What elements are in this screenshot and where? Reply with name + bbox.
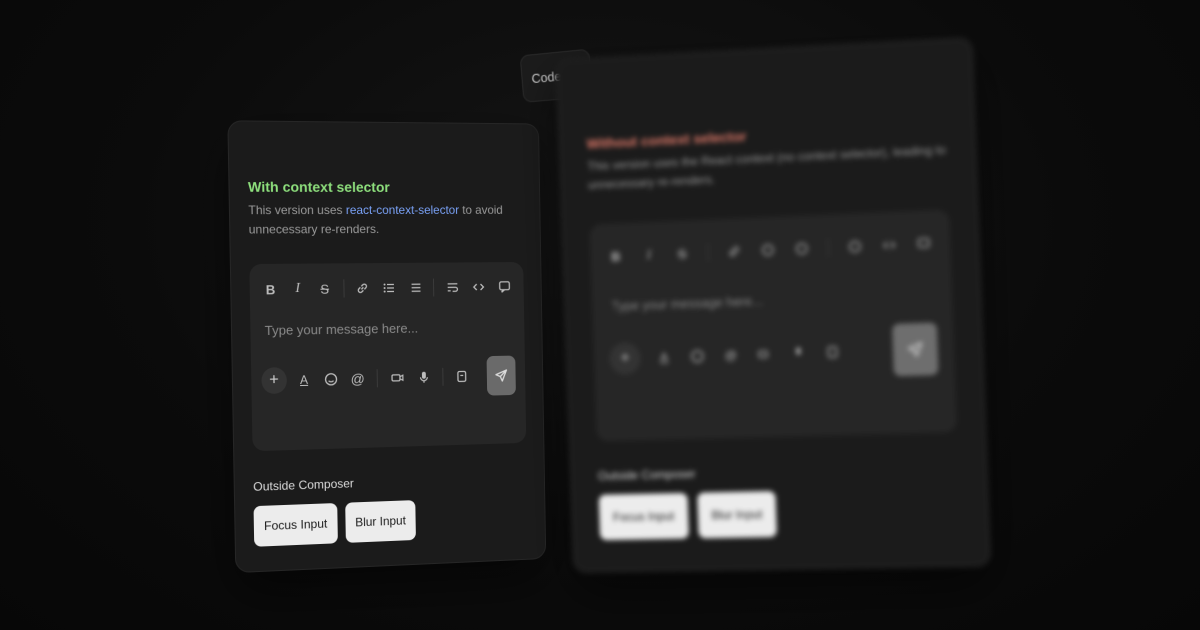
formatting-toolbar: B I S: [606, 232, 935, 267]
text-color-icon[interactable]: A: [654, 347, 674, 367]
blur-input-button[interactable]: Blur Input: [696, 490, 778, 539]
plus-icon[interactable]: +: [608, 342, 642, 375]
link-icon[interactable]: [352, 277, 373, 299]
outside-composer-label: Outside Composer: [597, 466, 696, 483]
video-icon[interactable]: [388, 368, 407, 388]
panel-description: This version uses react-context-selector…: [248, 201, 523, 240]
video-icon[interactable]: [754, 344, 775, 365]
attachment-icon[interactable]: [453, 366, 472, 386]
desc-code-link: react-context-selector: [345, 202, 460, 218]
emoji-icon[interactable]: [321, 369, 340, 390]
mention-icon[interactable]: @: [348, 368, 367, 388]
link-icon[interactable]: [724, 240, 745, 263]
plus-icon[interactable]: +: [261, 367, 287, 395]
toolbar-divider: [707, 243, 709, 262]
microphone-icon[interactable]: [414, 367, 433, 387]
toolbar-divider: [827, 238, 830, 257]
blur-input-button[interactable]: Blur Input: [344, 500, 417, 543]
code-icon[interactable]: [879, 234, 900, 257]
with-context-selector-panel: With context selector This version uses …: [227, 120, 547, 574]
actions-divider: [442, 367, 444, 386]
attachment-icon[interactable]: [822, 342, 843, 363]
send-button[interactable]: [486, 355, 516, 396]
wrap-icon[interactable]: [442, 276, 463, 298]
numbered-list-icon[interactable]: [405, 277, 426, 299]
quote-icon[interactable]: [913, 232, 934, 255]
composer: B I S Type your message here... + A @: [589, 209, 957, 442]
actions-divider: [376, 369, 379, 388]
focus-input-button[interactable]: Focus Input: [253, 503, 338, 547]
toolbar-divider: [343, 279, 345, 298]
formatting-toolbar: B I S: [260, 276, 515, 301]
message-input[interactable]: Type your message here...: [611, 287, 932, 313]
without-context-selector-panel: Without context selector This version us…: [555, 36, 992, 574]
wrap-icon[interactable]: [844, 235, 865, 258]
code-icon[interactable]: [468, 276, 488, 298]
bulleted-list-icon[interactable]: [379, 277, 400, 299]
message-input[interactable]: Type your message here...: [265, 319, 511, 339]
composer: B I S Type your message here... + A @: [249, 261, 527, 452]
send-icon: [493, 368, 509, 384]
bold-icon[interactable]: B: [606, 245, 626, 267]
outside-composer-label: Outside Composer: [253, 476, 354, 494]
bold-icon[interactable]: B: [260, 278, 282, 301]
strikethrough-icon[interactable]: S: [672, 242, 692, 265]
microphone-icon[interactable]: [788, 343, 809, 364]
desc-text-before: This version uses: [248, 202, 346, 218]
send-button[interactable]: [892, 322, 939, 377]
panel-title: With context selector: [247, 178, 390, 195]
italic-icon[interactable]: I: [287, 278, 308, 300]
italic-icon[interactable]: I: [639, 243, 659, 266]
quote-icon[interactable]: [494, 276, 514, 298]
text-color-icon[interactable]: A: [294, 370, 313, 391]
strikethrough-icon[interactable]: S: [314, 278, 335, 300]
composer-actions: + A @: [608, 322, 939, 384]
numbered-list-icon[interactable]: [791, 237, 812, 260]
composer-actions: + A @: [261, 355, 516, 402]
emoji-icon[interactable]: [687, 346, 707, 367]
focus-input-button[interactable]: Focus Input: [598, 492, 689, 541]
mention-icon[interactable]: @: [721, 345, 741, 366]
toolbar-divider: [433, 278, 435, 297]
bulleted-list-icon[interactable]: [758, 239, 779, 262]
send-icon: [906, 340, 925, 359]
